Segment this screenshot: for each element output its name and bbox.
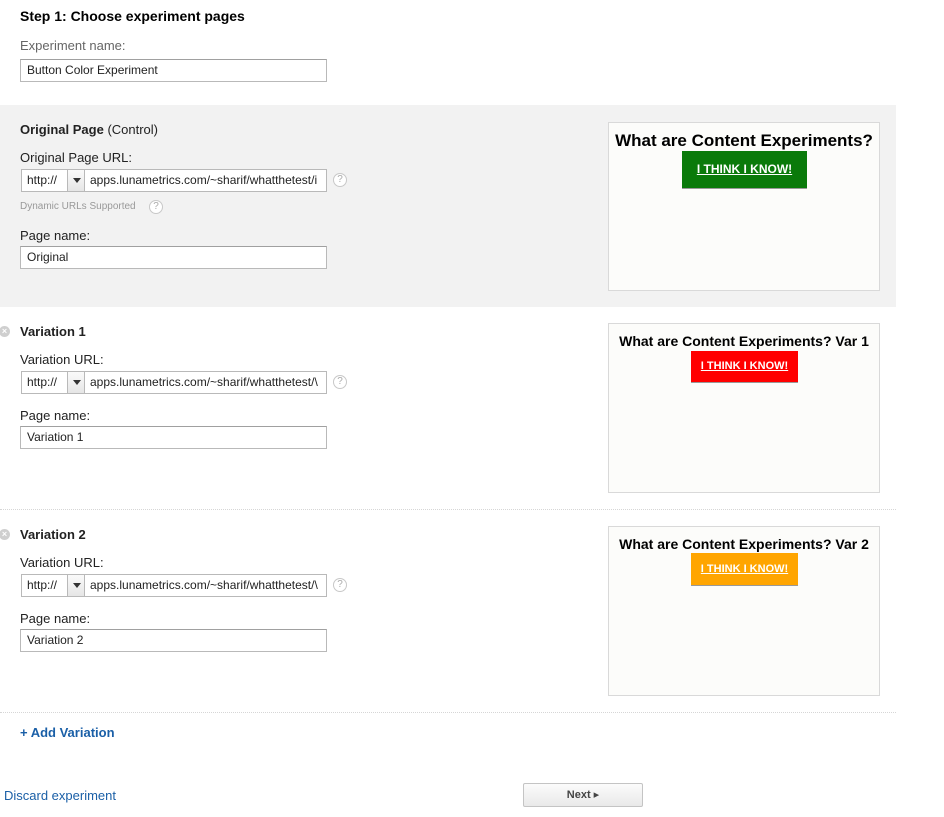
original-url-input[interactable]: apps.lunametrics.com/~sharif/whatthetest… [84, 169, 327, 192]
chevron-down-icon[interactable] [67, 575, 85, 596]
help-icon[interactable]: ? [333, 375, 347, 389]
variation-1-page-name-label: Page name: [20, 408, 91, 423]
variation-2-url-label: Variation URL: [20, 555, 104, 570]
preview-button: I THINK I KNOW! [691, 351, 798, 382]
variation-2-protocol-value: http:// [27, 578, 58, 592]
divider [0, 509, 896, 510]
preview-button: I THINK I KNOW! [682, 151, 807, 188]
original-protocol-value: http:// [27, 173, 58, 187]
preview-title: What are Content Experiments? Var 1 [619, 333, 869, 349]
preview-title: What are Content Experiments? Var 2 [619, 536, 869, 552]
preview-title: What are Content Experiments? [615, 131, 873, 150]
variation-2-url-row: http:// apps.lunametrics.com/~sharif/wha… [21, 574, 327, 597]
step-title: Step 1: Choose experiment pages [20, 8, 245, 24]
remove-icon[interactable]: × [0, 326, 10, 337]
variation-1-url-label: Variation URL: [20, 352, 104, 367]
add-variation-link[interactable]: + Add Variation [20, 725, 115, 740]
divider [0, 712, 896, 713]
original-page-name-label: Page name: [20, 228, 91, 243]
chevron-down-icon[interactable] [67, 372, 85, 393]
preview-button: I THINK I KNOW! [691, 553, 798, 585]
variation-1-preview: What are Content Experiments? Var 1 I TH… [608, 323, 880, 493]
variation-1-url-row: http:// apps.lunametrics.com/~sharif/wha… [21, 371, 327, 394]
variation-2-heading: Variation 2 [20, 527, 86, 542]
variation-2-preview: What are Content Experiments? Var 2 I TH… [608, 526, 880, 696]
original-page-heading: Original Page (Control) [20, 122, 158, 137]
variation-2-url-input[interactable]: apps.lunametrics.com/~sharif/whatthetest… [84, 574, 327, 597]
original-url-label: Original Page URL: [20, 150, 132, 165]
help-icon[interactable]: ? [149, 200, 163, 214]
remove-icon[interactable]: × [0, 529, 10, 540]
original-protocol-select[interactable]: http:// [21, 169, 85, 192]
original-url-row: http:// apps.lunametrics.com/~sharif/wha… [21, 169, 327, 192]
variation-2-protocol-select[interactable]: http:// [21, 574, 85, 597]
original-page-heading-title: Original Page [20, 122, 104, 137]
variation-2-page-name-input[interactable]: Variation 2 [20, 629, 327, 652]
next-button[interactable]: Next ▸ [523, 783, 643, 807]
help-icon[interactable]: ? [333, 578, 347, 592]
discard-experiment-link[interactable]: Discard experiment [4, 788, 116, 803]
chevron-down-icon[interactable] [67, 170, 85, 191]
help-icon[interactable]: ? [333, 173, 347, 187]
variation-1-heading: Variation 1 [20, 324, 86, 339]
variation-1-url-input[interactable]: apps.lunametrics.com/~sharif/whatthetest… [84, 371, 327, 394]
original-page-heading-suffix: (Control) [107, 122, 159, 137]
dynamic-urls-note: Dynamic URLs Supported [20, 201, 136, 212]
variation-1-protocol-select[interactable]: http:// [21, 371, 85, 394]
original-preview: What are Content Experiments? I THINK I … [608, 122, 880, 291]
variation-2-page-name-label: Page name: [20, 611, 91, 626]
variation-1-protocol-value: http:// [27, 375, 58, 389]
experiment-name-label: Experiment name: [20, 38, 126, 53]
variation-1-page-name-input[interactable]: Variation 1 [20, 426, 327, 449]
original-page-name-input[interactable]: Original [20, 246, 327, 269]
experiment-name-input[interactable]: Button Color Experiment [20, 59, 327, 82]
